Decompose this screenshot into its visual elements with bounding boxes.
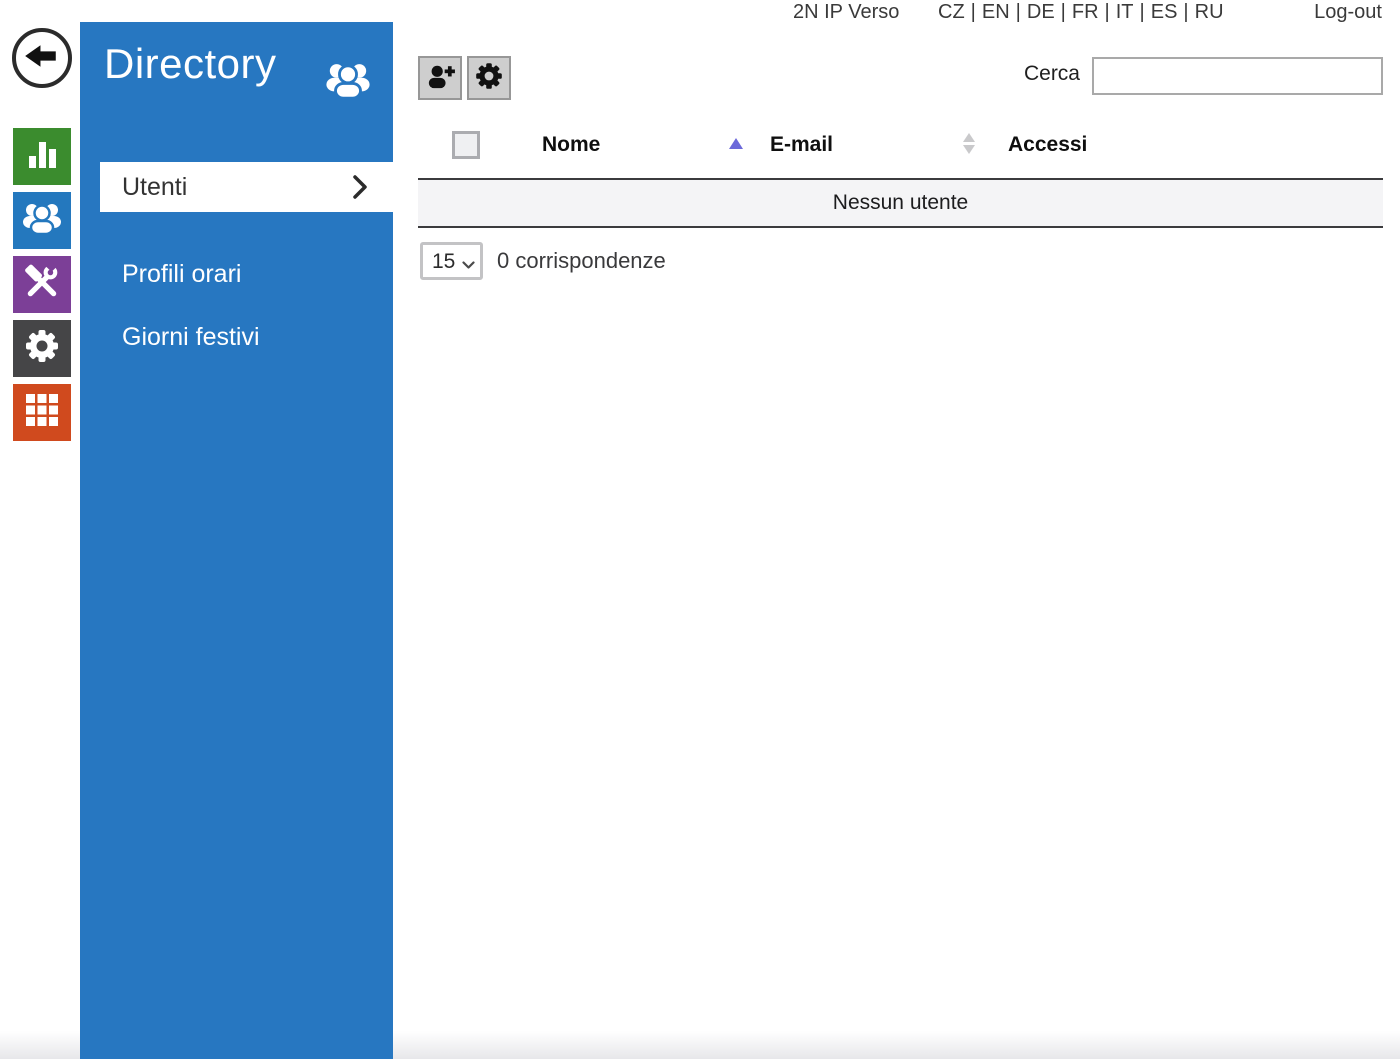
app-window: 2N IP Verso CZ | EN | DE | FR | IT | ES | RU Log-out — [0, 0, 1400, 1059]
page-size-wrap: 15 — [420, 242, 483, 280]
match-count-text: 0 corrispondenze — [497, 248, 666, 273]
menu-item-profili-orari[interactable]: Profili orari — [80, 249, 393, 299]
column-header-nome[interactable]: Nome — [542, 133, 600, 157]
directory-panel: Directory Utenti Profili orari Giorni fe — [80, 22, 393, 1059]
menu-item-label: Giorni festivi — [122, 322, 260, 351]
column-header-accessi: Accessi — [1008, 133, 1088, 156]
hammer-wrench-icon — [23, 261, 61, 306]
sidebar-item-services[interactable] — [13, 256, 71, 313]
sidebar-item-state[interactable] — [13, 128, 71, 185]
lang-separator: | — [1104, 1, 1110, 23]
lang-es[interactable]: ES — [1151, 1, 1178, 23]
gear-icon — [22, 326, 62, 371]
back-button[interactable] — [12, 28, 72, 88]
menu-item-label: Profili orari — [122, 259, 242, 288]
bar-chart-icon — [24, 136, 60, 177]
search-input[interactable] — [1092, 57, 1383, 95]
lang-separator: | — [1060, 1, 1066, 23]
menu-item-giorni-festivi[interactable]: Giorni festivi — [80, 312, 393, 362]
logout-link[interactable]: Log-out — [1314, 1, 1382, 24]
menu-item-utenti[interactable]: Utenti — [100, 162, 393, 212]
sidebar-item-system[interactable] — [13, 384, 71, 441]
empty-state-text: Nessun utente — [832, 191, 969, 214]
column-header-email[interactable]: E-mail — [770, 133, 833, 157]
chevron-right-icon — [351, 174, 369, 205]
lang-separator: | — [1015, 1, 1021, 23]
lang-de[interactable]: DE — [1027, 1, 1055, 23]
select-all-checkbox[interactable] — [452, 131, 480, 159]
lang-en[interactable]: EN — [982, 1, 1010, 23]
users-group-icon — [323, 58, 373, 107]
menu-item-label: Utenti — [122, 172, 188, 201]
page-size-select[interactable]: 15 — [420, 242, 483, 280]
lang-separator: | — [970, 1, 976, 23]
lang-it[interactable]: IT — [1116, 1, 1134, 23]
table-settings-button[interactable] — [467, 56, 511, 100]
search-label: Cerca — [1023, 62, 1080, 85]
grid-icon — [23, 391, 61, 434]
gear-icon — [473, 60, 505, 97]
lang-fr[interactable]: FR — [1072, 1, 1099, 23]
lang-ru[interactable]: RU — [1195, 1, 1224, 23]
add-user-button[interactable] — [418, 56, 462, 100]
language-switcher: CZ | EN | DE | FR | IT | ES | RU — [938, 1, 1224, 24]
sidebar-item-hardware[interactable] — [13, 320, 71, 377]
lang-separator: | — [1139, 1, 1145, 23]
panel-title: Directory — [104, 40, 277, 87]
lang-separator: | — [1183, 1, 1189, 23]
sort-both-icon — [963, 133, 975, 154]
table-empty-row: Nessun utente — [418, 178, 1383, 228]
back-arrow-icon — [25, 43, 59, 74]
sort-ascending-icon — [729, 138, 743, 149]
users-group-icon — [20, 199, 64, 242]
product-title: 2N IP Verso — [793, 1, 900, 23]
lang-cz[interactable]: CZ — [938, 1, 965, 23]
sidebar-item-directory[interactable] — [13, 192, 71, 249]
person-plus-icon — [425, 62, 455, 95]
